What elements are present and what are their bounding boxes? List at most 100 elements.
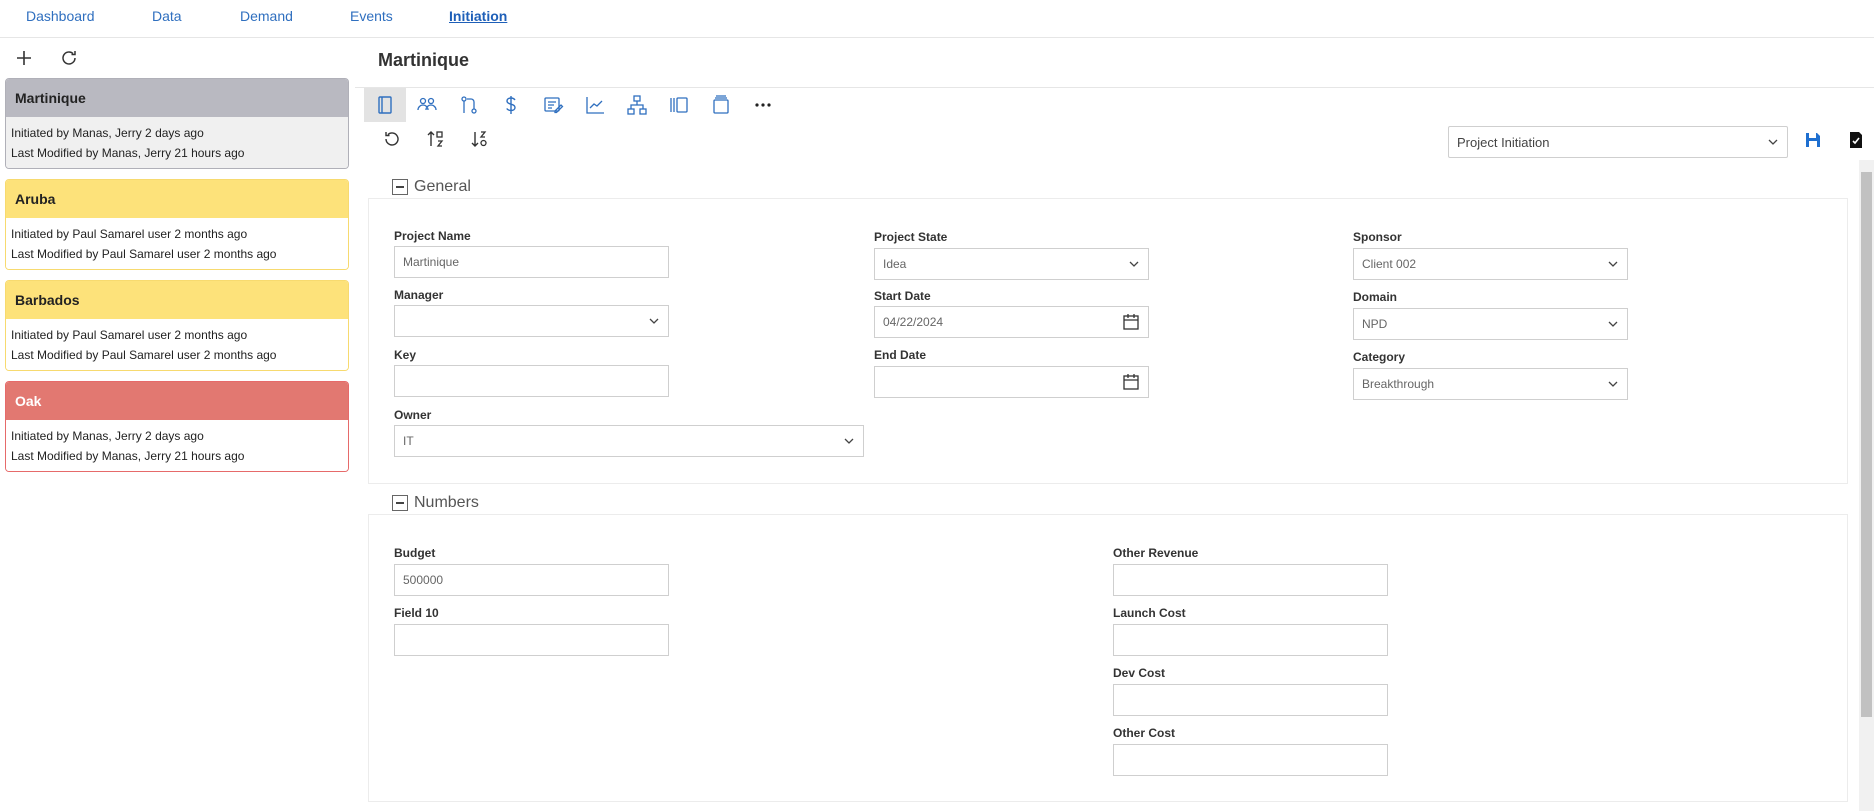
project-card-body: Initiated by Paul Samarel user 2 months … — [6, 218, 348, 269]
chart-view-button[interactable] — [574, 88, 616, 122]
hierarchy-icon — [627, 95, 647, 115]
project-initiated-text: Initiated by Paul Samarel user 2 months … — [11, 227, 248, 241]
project-state-label: Project State — [874, 230, 948, 244]
nav-demand[interactable]: Demand — [240, 8, 293, 24]
project-name-label: Project Name — [394, 229, 471, 243]
budget-label: Budget — [394, 546, 436, 560]
project-card-body: Initiated by Manas, Jerry 2 days ago Las… — [6, 420, 348, 471]
end-date-field[interactable] — [874, 366, 1149, 398]
project-card-body: Initiated by Manas, Jerry 2 days ago Las… — [6, 117, 348, 168]
other-cost-field[interactable] — [1113, 744, 1388, 776]
save-button[interactable] — [1800, 127, 1826, 153]
project-card-title: Aruba — [6, 180, 348, 218]
launch-cost-field[interactable] — [1113, 624, 1388, 656]
project-card-title: Oak — [6, 382, 348, 420]
sort-ascending-button[interactable] — [414, 125, 458, 153]
numbers-section-header[interactable]: Numbers — [392, 494, 479, 512]
project-card[interactable]: Aruba Initiated by Paul Samarel user 2 m… — [5, 179, 349, 270]
launch-cost-label: Launch Cost — [1113, 606, 1186, 620]
dev-cost-label: Dev Cost — [1113, 666, 1166, 680]
workflow-view-button[interactable] — [448, 88, 490, 122]
form-toolbar — [370, 125, 502, 153]
edit-list-icon — [544, 97, 564, 114]
project-initiated-text: Initiated by Manas, Jerry 2 days ago — [11, 126, 204, 140]
scrollbar-thumb[interactable] — [1861, 172, 1872, 717]
general-section-header[interactable]: General — [392, 178, 471, 196]
top-nav: Dashboard Data Demand Events Initiation — [0, 0, 1874, 38]
manager-select[interactable] — [394, 305, 669, 337]
collapse-icon[interactable] — [392, 495, 408, 511]
edit-list-view-button[interactable] — [532, 88, 574, 122]
project-modified-text: Last Modified by Manas, Jerry 21 hours a… — [11, 146, 245, 160]
category-label: Category — [1353, 350, 1406, 364]
chevron-down-icon — [1608, 321, 1618, 327]
sort-descending-button[interactable] — [458, 125, 502, 153]
other-cost-label: Other Cost — [1113, 726, 1176, 740]
project-initiated-text: Initiated by Paul Samarel user 2 months … — [11, 328, 248, 342]
sponsor-select[interactable]: Client 002 — [1353, 248, 1628, 280]
project-name-value: Martinique — [403, 255, 460, 269]
columns-view-button[interactable] — [658, 88, 700, 122]
project-initiated-text: Initiated by Manas, Jerry 2 days ago — [11, 429, 204, 443]
finance-view-button[interactable] — [490, 88, 532, 122]
project-card[interactable]: Martinique Initiated by Manas, Jerry 2 d… — [5, 78, 349, 169]
project-card[interactable]: Barbados Initiated by Paul Samarel user … — [5, 280, 349, 371]
owner-select[interactable]: IT — [394, 425, 864, 457]
nav-initiation[interactable]: Initiation — [449, 8, 507, 24]
key-label: Key — [394, 348, 417, 362]
hierarchy-view-button[interactable] — [616, 88, 658, 122]
sponsor-value: Client 002 — [1362, 257, 1417, 271]
undo-button[interactable] — [370, 125, 414, 153]
chevron-down-icon — [1768, 139, 1778, 145]
calendar-icon[interactable] — [1122, 373, 1140, 391]
team-view-button[interactable] — [406, 88, 448, 122]
project-card-title: Barbados — [6, 281, 348, 319]
form-icon — [378, 96, 392, 114]
workflow-icon — [461, 96, 477, 114]
chevron-down-icon — [1608, 261, 1618, 267]
key-field[interactable] — [394, 365, 669, 397]
project-modified-text: Last Modified by Paul Samarel user 2 mon… — [11, 348, 277, 362]
plus-icon — [17, 51, 31, 65]
refresh-button[interactable] — [55, 44, 83, 72]
columns-icon — [670, 97, 688, 113]
nav-data[interactable]: Data — [152, 8, 182, 24]
project-state-value: Idea — [883, 257, 907, 271]
nav-events[interactable]: Events — [350, 8, 393, 24]
field10-field[interactable] — [394, 624, 669, 656]
section-title: Numbers — [414, 494, 479, 511]
view-select-value: Project Initiation — [1457, 134, 1550, 150]
section-title: General — [414, 178, 471, 195]
sort-descending-icon — [471, 131, 487, 147]
chevron-down-icon — [844, 438, 854, 444]
owner-label: Owner — [394, 408, 432, 422]
project-state-select[interactable]: Idea — [874, 248, 1149, 280]
stack-view-button[interactable] — [700, 88, 742, 122]
domain-select[interactable]: NPD — [1353, 308, 1628, 340]
save-icon — [1806, 133, 1820, 147]
sort-ascending-icon — [427, 131, 444, 147]
start-date-field[interactable]: 04/22/2024 — [874, 306, 1149, 338]
document-check-button[interactable] — [1843, 127, 1869, 153]
budget-field[interactable]: 500000 — [394, 564, 669, 596]
nav-dashboard[interactable]: Dashboard — [26, 8, 95, 24]
other-revenue-label: Other Revenue — [1113, 546, 1199, 560]
chevron-down-icon — [1608, 381, 1618, 387]
budget-value: 500000 — [403, 573, 444, 587]
category-select[interactable]: Breakthrough — [1353, 368, 1628, 400]
form-view-button[interactable] — [364, 88, 406, 122]
project-name-field[interactable]: Martinique — [394, 246, 669, 278]
project-card[interactable]: Oak Initiated by Manas, Jerry 2 days ago… — [5, 381, 349, 472]
more-button[interactable] — [742, 88, 784, 122]
view-select[interactable]: Project Initiation — [1448, 126, 1788, 158]
calendar-icon[interactable] — [1122, 313, 1140, 331]
dev-cost-field[interactable] — [1113, 684, 1388, 716]
collapse-icon[interactable] — [392, 179, 408, 195]
scrollbar[interactable] — [1859, 160, 1874, 811]
refresh-icon — [62, 51, 76, 65]
add-project-button[interactable] — [10, 44, 38, 72]
other-revenue-field[interactable] — [1113, 564, 1388, 596]
team-icon — [417, 97, 437, 111]
category-value: Breakthrough — [1362, 377, 1435, 391]
end-date-label: End Date — [874, 348, 927, 362]
